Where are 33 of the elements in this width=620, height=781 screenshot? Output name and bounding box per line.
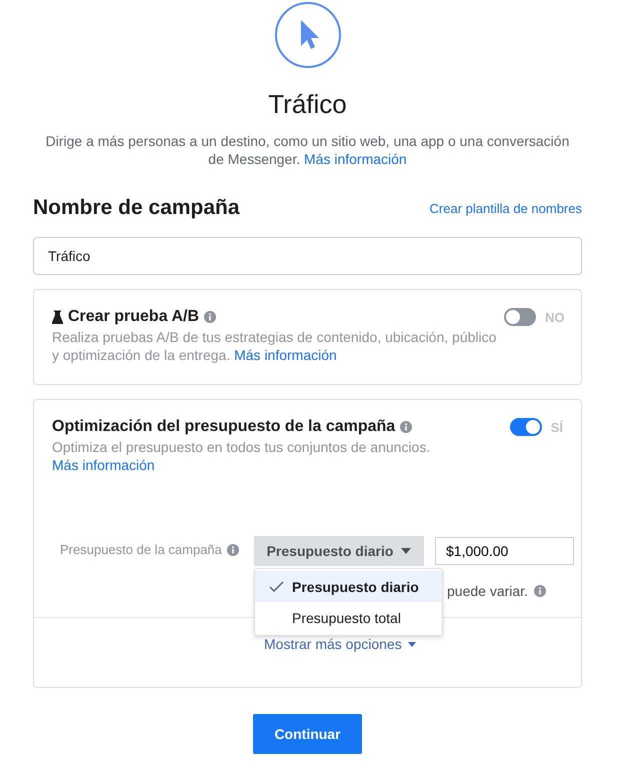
page-title: Tráfico bbox=[268, 88, 347, 120]
budget-type-dropdown[interactable]: Presupuesto diario bbox=[254, 536, 424, 566]
more-options-link[interactable]: Mostrar más opciones bbox=[264, 636, 416, 652]
toggle-switch[interactable] bbox=[504, 308, 536, 326]
toggle-label: SÍ bbox=[550, 420, 563, 434]
card-description: Realiza pruebas A/B de tus estrategias de contenido, ubicación, público y optimización de la entrega. Más información bbox=[52, 328, 498, 364]
info-icon[interactable] bbox=[400, 421, 412, 433]
description-text: Dirige a más personas a un destino, como un sitio web, una app o una conversación de Messenger. Más información bbox=[45, 132, 570, 168]
more-info-link[interactable]: Más información bbox=[234, 347, 337, 363]
info-icon[interactable] bbox=[534, 585, 546, 597]
card-description: Optimiza el presupuesto en todos tus conjuntos de anuncios. Más información bbox=[52, 438, 432, 474]
flask-icon bbox=[52, 310, 63, 324]
more-info-link[interactable]: Más información bbox=[52, 457, 155, 473]
caret-icon bbox=[408, 642, 416, 646]
more-info-link[interactable]: Más información bbox=[304, 151, 407, 167]
cursor-icon bbox=[274, 2, 340, 68]
card-title: Optimización del presupuesto de la campaña bbox=[52, 418, 396, 436]
note-text: puede variar. bbox=[447, 583, 528, 599]
template-link[interactable]: Crear plantilla de nombres bbox=[430, 200, 582, 216]
toggle-switch[interactable] bbox=[510, 418, 542, 436]
section-heading: Nombre de campaña bbox=[33, 196, 240, 220]
menu-item[interactable]: Presupuesto diario bbox=[255, 571, 442, 602]
card-title: Crear prueba A/B bbox=[68, 308, 199, 326]
amount-field[interactable]: $1,000.00 bbox=[435, 537, 574, 565]
info-icon[interactable] bbox=[226, 544, 239, 556]
menu-item[interactable]: Presupuesto total bbox=[255, 602, 442, 633]
check-icon bbox=[269, 581, 284, 592]
budget-label: Presupuesto de la campaña bbox=[60, 542, 222, 557]
continue-button[interactable]: Continuar bbox=[253, 714, 362, 754]
info-icon[interactable] bbox=[204, 311, 216, 323]
caret-icon bbox=[401, 548, 412, 554]
campaign-name-field[interactable]: Tráfico bbox=[33, 237, 582, 275]
toggle-label: NO bbox=[545, 310, 564, 324]
